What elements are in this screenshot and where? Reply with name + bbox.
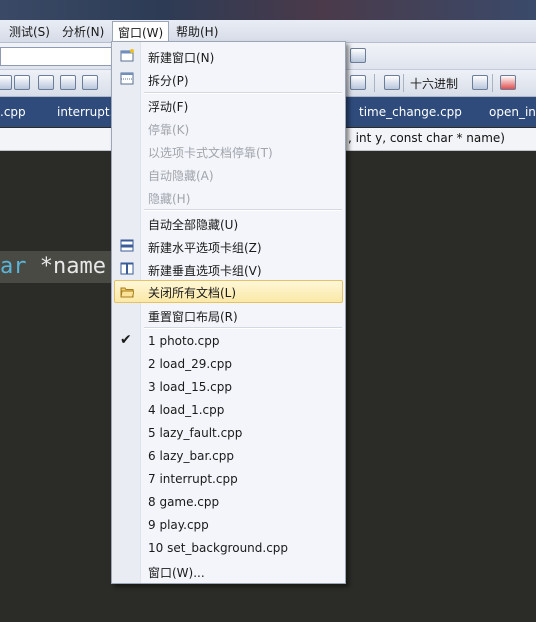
hexadecimal-button[interactable]: 十六进制 (410, 75, 458, 92)
record-icon[interactable] (500, 75, 516, 90)
menu-item-window-3[interactable]: 3 load_15.cpp (114, 376, 343, 398)
menu-item-auto-hide: 自动隐藏(A) (148, 169, 214, 183)
menu-item-float[interactable]: 浮动(F) (114, 94, 343, 116)
toolbar-separator (403, 74, 404, 92)
vertical-tab-group-icon (120, 262, 134, 275)
menu-item-window-4[interactable]: 4 load_1.cpp (114, 399, 343, 421)
menu-item-window-6[interactable]: 6 lazy_bar.cpp (114, 445, 343, 467)
menu-analyze[interactable]: 分析(N) (62, 23, 104, 40)
menu-item-window-5[interactable]: 5 lazy_fault.cpp (114, 422, 343, 444)
toolbar-separator (492, 74, 493, 92)
comment-icon[interactable] (14, 75, 30, 90)
menu-item-window-1[interactable]: ✔ 1 photo.cpp (114, 330, 343, 352)
menu-item-windows-dialog[interactable]: 窗口(W)... (114, 560, 343, 582)
menu-item-new-window[interactable]: 新建窗口(N) (114, 45, 343, 67)
menu-separator (144, 327, 342, 329)
code-identifier: *name (26, 254, 106, 279)
new-window-icon (120, 49, 134, 62)
menu-help[interactable]: 帮助(H) (176, 23, 218, 40)
toolbar-icon[interactable] (0, 75, 12, 90)
menu-item-auto-hide-all[interactable]: 自动全部隐藏(U) (114, 212, 343, 234)
toolbar-icon[interactable] (350, 48, 366, 63)
code-keyword: ar (0, 254, 27, 279)
menu-item-window-9[interactable]: 9 play.cpp (114, 514, 343, 536)
menu-item-new-horizontal-tab-group[interactable]: 新建水平选项卡组(Z) (114, 235, 343, 257)
split-icon (120, 72, 134, 85)
tab-interrupt[interactable]: interrupt. (57, 105, 113, 119)
window-menu-dropdown: 新建窗口(N) 拆分(P) 浮动(F) 停靠(K) 以选项卡式文档停靠(T) 自… (111, 41, 346, 584)
bookmark-icon[interactable] (82, 75, 98, 90)
tab-document[interactable]: .cpp (0, 105, 26, 119)
comment-icon[interactable] (38, 75, 54, 90)
bookmark-icon[interactable] (60, 75, 76, 90)
breakpoint-icon[interactable] (472, 75, 488, 90)
menu-item-dock: 停靠(K) (148, 123, 190, 137)
code-line[interactable]: ar *name (0, 251, 120, 283)
menu-item-window-8[interactable]: 8 game.cpp (114, 491, 343, 513)
memory-icon[interactable] (350, 75, 366, 90)
function-signature: , int y, const char * name) (348, 131, 505, 145)
menu-item-split[interactable]: 拆分(P) (114, 68, 343, 90)
window-title-strip (0, 0, 536, 20)
menu-item-close-all-documents[interactable]: 关闭所有文档(L) (114, 280, 343, 303)
horizontal-tab-group-icon (120, 239, 134, 252)
menu-test[interactable]: 测试(S) (9, 23, 50, 40)
checkmark-icon: ✔ (120, 332, 132, 348)
solution-config-combo[interactable] (0, 47, 112, 66)
find-icon[interactable] (384, 75, 400, 90)
tab-open-in[interactable]: open_in (489, 105, 536, 119)
tab-time-change[interactable]: time_change.cpp (359, 105, 462, 119)
menu-separator (144, 209, 342, 211)
menu-item-reset-window-layout[interactable]: 重置窗口布局(R) (114, 304, 343, 326)
menu-item-dock-as-tabbed: 以选项卡式文档停靠(T) (148, 146, 273, 160)
menu-bar: 测试(S) 分析(N) 窗口(W) 帮助(H) (0, 20, 536, 44)
menu-item-new-vertical-tab-group[interactable]: 新建垂直选项卡组(V) (114, 258, 343, 280)
menu-item-window-10[interactable]: 10 set_background.cpp (114, 537, 343, 559)
toolbar-separator (374, 74, 375, 92)
menu-item-hide: 隐藏(H) (148, 192, 191, 206)
menu-item-window-2[interactable]: 2 load_29.cpp (114, 353, 343, 375)
menu-item-window-7[interactable]: 7 interrupt.cpp (114, 468, 343, 490)
close-all-documents-icon (120, 287, 134, 298)
